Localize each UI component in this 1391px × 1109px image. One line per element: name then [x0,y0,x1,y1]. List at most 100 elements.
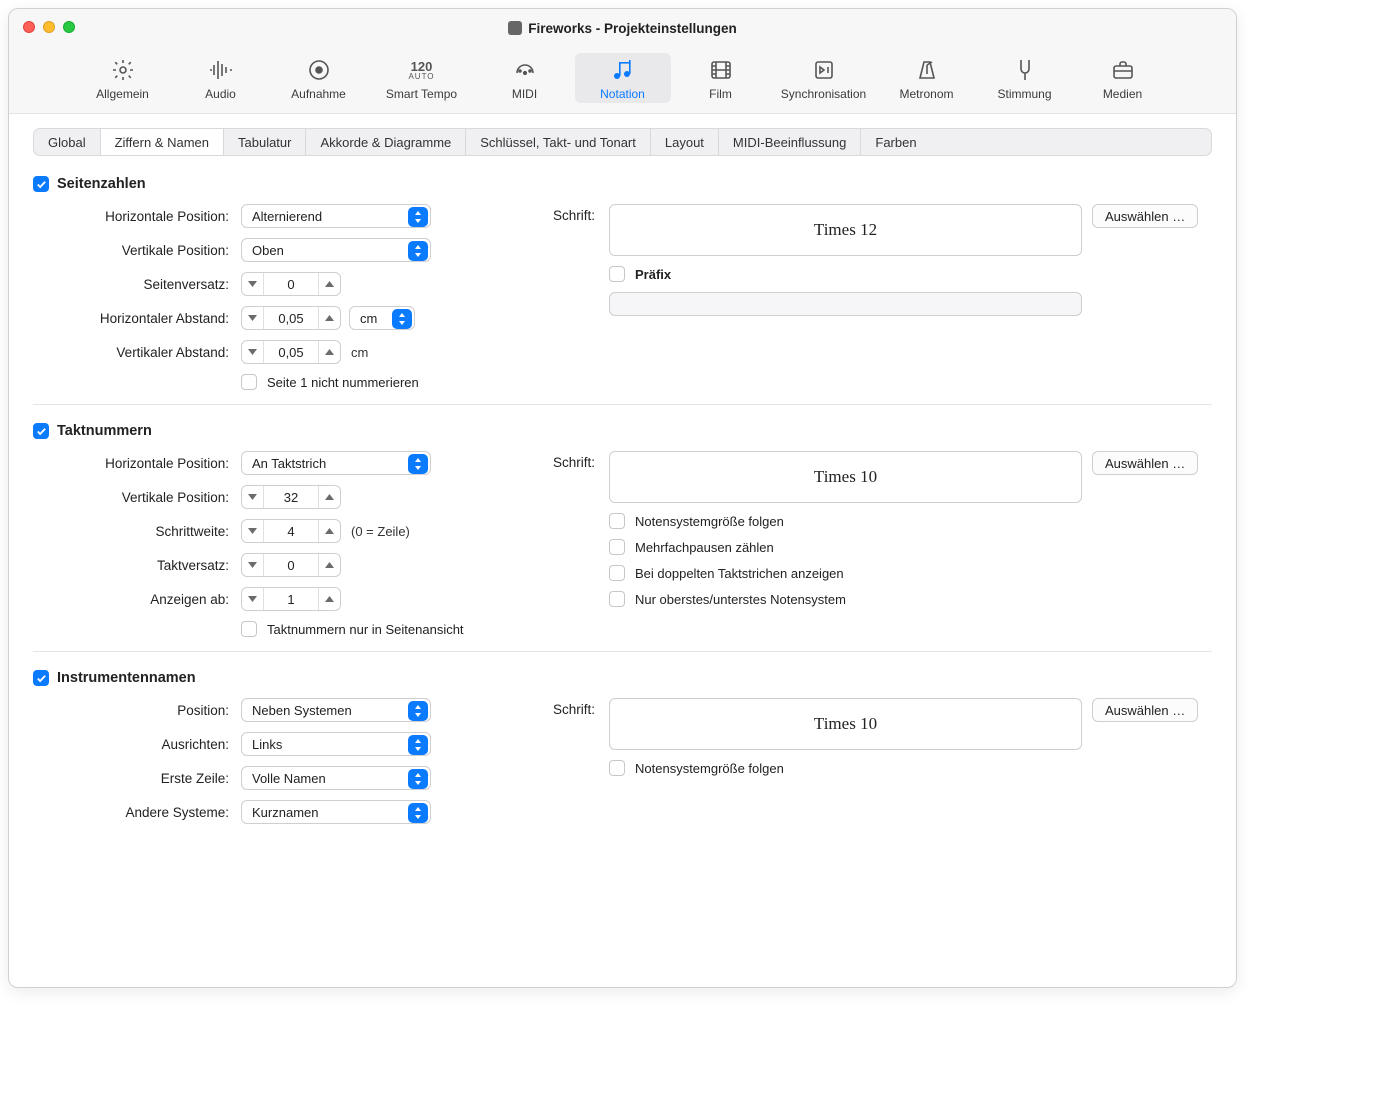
chevron-down-icon[interactable] [242,273,264,295]
chevron-up-icon[interactable] [318,307,340,329]
bar-numbers-checkbox[interactable] [33,423,49,439]
toolbar: Allgemein Audio Aufnahme 120AUTO Smart T… [9,47,1236,114]
record-icon [305,57,333,83]
toolbar-item-metronome[interactable]: Metronom [879,53,975,103]
section-page-numbers: Seitenzahlen Horizontale Position: Alter… [33,176,1212,390]
chevron-down-icon[interactable] [242,588,264,610]
instr-align-select[interactable]: Links [241,732,431,756]
toolbar-item-general[interactable]: Allgemein [75,53,171,103]
gear-icon [109,57,137,83]
zoom-window-button[interactable] [63,21,75,33]
tab-clef-time-key[interactable]: Schlüssel, Takt- und Tonart [466,129,651,155]
section-title: Seitenzahlen [57,176,146,192]
chevron-down-icon[interactable] [242,486,264,508]
briefcase-icon [1109,57,1137,83]
bar-offset-stepper[interactable]: 0 [241,553,341,577]
label-instr-pos: Position: [33,703,233,718]
chevron-up-icon[interactable] [318,486,340,508]
instrument-names-checkbox[interactable] [33,670,49,686]
instr-font-choose-button[interactable]: Auswählen … [1092,698,1198,722]
hdist-unit-select[interactable]: cm [349,306,415,330]
bar-follow-size-checkbox[interactable] [609,513,625,529]
page-vpos-select[interactable]: Oben [241,238,431,262]
bar-double-barline-checkbox[interactable] [609,565,625,581]
label-instr-align: Ausrichten: [33,737,233,752]
page-font-display: Times 12 [609,204,1082,256]
page-hpos-select[interactable]: Alternierend [241,204,431,228]
label-font: Schrift: [529,451,599,470]
chevron-down-icon[interactable] [242,554,264,576]
label-font: Schrift: [529,204,599,223]
chevron-up-icon[interactable] [318,520,340,542]
bar-pageview-only-checkbox[interactable] [241,621,257,637]
page-offset-stepper[interactable]: 0 [241,272,341,296]
bar-double-barline-label: Bei doppelten Taktstrichen anzeigen [635,566,844,581]
tab-colors[interactable]: Farben [861,129,930,155]
page-numbers-checkbox[interactable] [33,176,49,192]
tab-global[interactable]: Global [34,129,101,155]
vdist-stepper[interactable]: 0,05 [241,340,341,364]
instr-other-select[interactable]: Kurznamen [241,800,431,824]
step-hint: (0 = Zeile) [351,524,410,539]
label-bar-offset: Taktversatz: [33,558,233,573]
chevron-updown-icon [408,241,428,261]
toolbar-item-movie[interactable]: Film [673,53,769,103]
chevron-up-icon[interactable] [318,554,340,576]
section-title: Instrumentennamen [57,670,196,686]
toolbar-item-recording[interactable]: Aufnahme [271,53,367,103]
tab-midi-meaning[interactable]: MIDI-Beeinflussung [719,129,861,155]
toolbar-item-assets[interactable]: Medien [1075,53,1171,103]
bar-hpos-select[interactable]: An Taktstrich [241,451,431,475]
bar-font-choose-button[interactable]: Auswählen … [1092,451,1198,475]
toolbar-item-midi[interactable]: MIDI [477,53,573,103]
minimize-window-button[interactable] [43,21,55,33]
chevron-updown-icon [408,769,428,789]
titlebar: Fireworks - Projekteinstellungen [9,9,1236,47]
tab-tablature[interactable]: Tabulatur [224,129,306,155]
bar-vpos-stepper[interactable]: 32 [241,485,341,509]
tab-chords[interactable]: Akkorde & Diagramme [306,129,466,155]
chevron-down-icon[interactable] [242,307,264,329]
film-icon [707,57,735,83]
hdist-stepper[interactable]: 0,05 [241,306,341,330]
label-show-from: Anzeigen ab: [33,592,233,607]
chevron-down-icon[interactable] [242,341,264,363]
bar-count-multirest-checkbox[interactable] [609,539,625,555]
chevron-up-icon[interactable] [318,341,340,363]
chevron-up-icon[interactable] [318,273,340,295]
sync-icon [810,57,838,83]
toolbar-item-sync[interactable]: Synchronisation [771,53,877,103]
tab-layout[interactable]: Layout [651,129,719,155]
prefix-label: Präfix [635,267,671,282]
bar-top-bottom-checkbox[interactable] [609,591,625,607]
instr-follow-size-label: Notensystemgröße folgen [635,761,784,776]
bar-step-stepper[interactable]: 4 [241,519,341,543]
label-vpos: Vertikale Position: [33,243,233,258]
label-bar-hpos: Horizontale Position: [33,456,233,471]
toolbar-item-notation[interactable]: Notation [575,53,671,103]
window-controls [23,21,75,33]
bar-from-stepper[interactable]: 1 [241,587,341,611]
tab-numbers-names[interactable]: Ziffern & Namen [101,129,224,155]
close-window-button[interactable] [23,21,35,33]
section-bar-numbers: Taktnummern Horizontale Position: An Tak… [33,423,1212,637]
toolbar-item-audio[interactable]: Audio [173,53,269,103]
instr-follow-size-checkbox[interactable] [609,760,625,776]
chevron-up-icon[interactable] [318,588,340,610]
label-vdist: Vertikaler Abstand: [33,345,233,360]
instr-first-select[interactable]: Volle Namen [241,766,431,790]
tempo-icon: 120AUTO [408,57,436,83]
toolbar-item-smart-tempo[interactable]: 120AUTO Smart Tempo [369,53,475,103]
chevron-down-icon[interactable] [242,520,264,542]
bar-pageview-only-label: Taktnummern nur in Seitenansicht [267,622,464,637]
instr-pos-select[interactable]: Neben Systemen [241,698,431,722]
label-font: Schrift: [529,698,599,717]
toolbar-item-tuning[interactable]: Stimmung [977,53,1073,103]
skip-page1-checkbox[interactable] [241,374,257,390]
prefix-checkbox[interactable] [609,266,625,282]
bar-count-multirest-label: Mehrfachpausen zählen [635,540,774,555]
chevron-updown-icon [408,701,428,721]
page-font-choose-button[interactable]: Auswählen … [1092,204,1198,228]
prefix-field[interactable] [609,292,1082,316]
section-title: Taktnummern [57,423,152,439]
